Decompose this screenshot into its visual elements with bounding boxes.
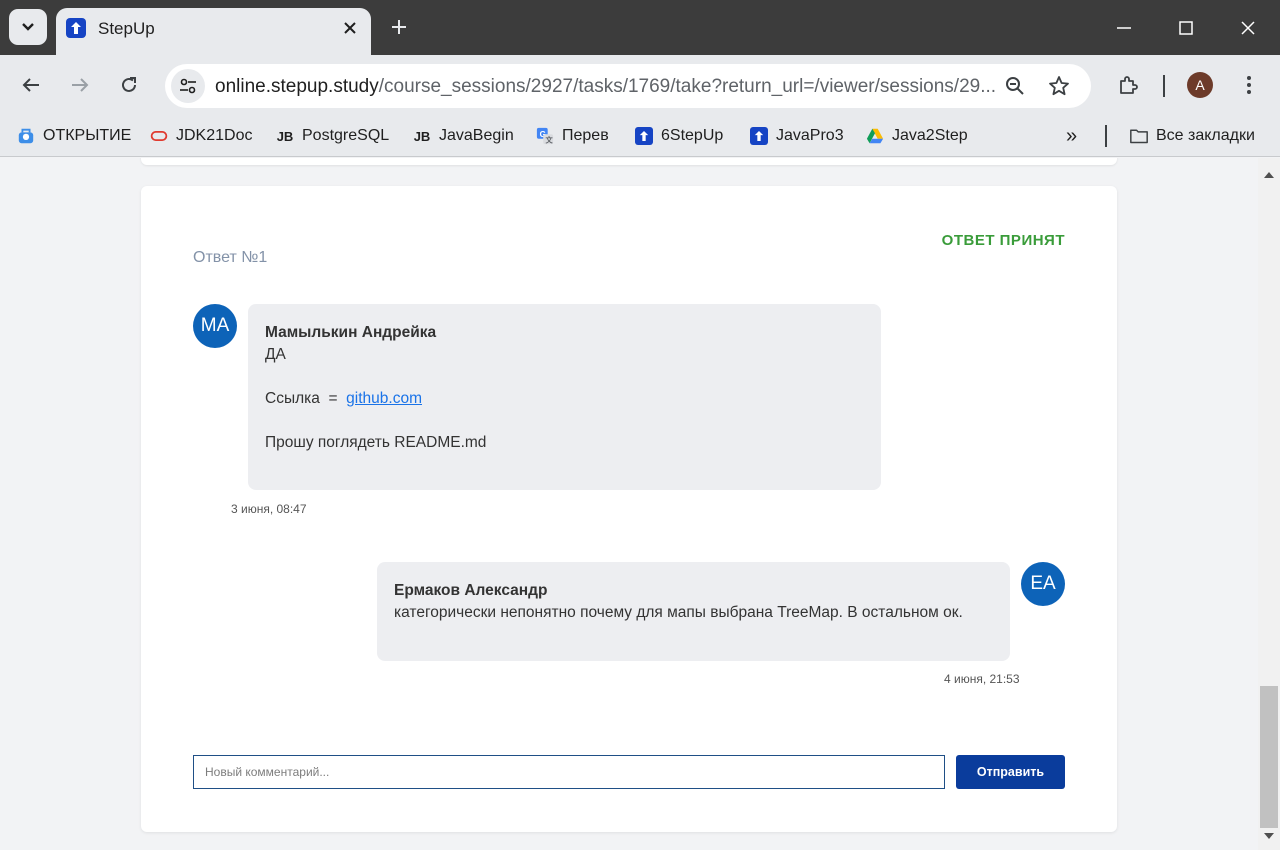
scrollbar-thumb[interactable] — [1260, 686, 1278, 828]
bank-icon — [17, 127, 35, 145]
site-info-icon[interactable] — [171, 69, 205, 103]
bookmark-6stepup[interactable]: 6StepUp — [635, 124, 723, 148]
tab-strip: StepUp — [0, 0, 1280, 55]
more-bookmarks-button[interactable]: » — [1066, 124, 1077, 148]
bookmark-label: ОТКРЫТИЕ — [43, 127, 132, 144]
message-link-prefix: Ссылка = — [265, 390, 338, 407]
browser-menu-button[interactable] — [1233, 69, 1265, 101]
toolbar-divider — [1163, 75, 1165, 97]
back-button[interactable] — [15, 69, 47, 101]
maximize-button[interactable] — [1164, 10, 1208, 46]
message-author: Мамылькин Андрейка — [265, 324, 437, 341]
bookmark-label: Java2Step — [892, 127, 968, 144]
bookmark-label: JavaBegin — [439, 127, 514, 144]
bookmarks-bar: ОТКРЫТИЕ JDK21Doc JB PostgreSQL JB JavaB… — [0, 115, 1280, 157]
message-timestamp: 4 июня, 21:53 — [944, 672, 1020, 686]
zoom-icon[interactable] — [1000, 71, 1030, 101]
svg-text:文: 文 — [544, 135, 553, 144]
answer-status-badge: ОТВЕТ ПРИНЯТ — [941, 232, 1065, 249]
oracle-icon — [150, 127, 168, 145]
jb-icon: JB — [276, 128, 294, 144]
tab-title: StepUp — [98, 19, 155, 38]
bookmark-jdk21doc[interactable]: JDK21Doc — [150, 124, 252, 148]
page-scrollbar[interactable] — [1258, 158, 1280, 850]
all-bookmarks-label: Все закладки — [1156, 127, 1255, 144]
close-window-button[interactable] — [1226, 10, 1270, 46]
message-line: Прошу поглядеть README.md — [265, 434, 487, 451]
chevron-down-icon — [22, 23, 34, 31]
puzzle-icon — [1120, 76, 1138, 94]
bookmark-label: Перев — [562, 127, 609, 144]
profile-button[interactable]: A — [1184, 69, 1216, 101]
bookmarks-divider — [1105, 125, 1107, 147]
maximize-icon — [1179, 21, 1193, 35]
profile-avatar: A — [1187, 72, 1213, 98]
message-text: категорически непонятно почему для мапы … — [394, 604, 963, 621]
comment-input[interactable] — [193, 755, 945, 789]
tab-search-button[interactable] — [9, 9, 47, 45]
minimize-button[interactable] — [1102, 10, 1146, 46]
url-path: /course_sessions/2927/tasks/1769/take?re… — [378, 76, 995, 97]
message-timestamp: 3 июня, 08:47 — [231, 502, 307, 516]
kebab-menu-icon — [1247, 76, 1251, 94]
stepup-favicon-icon — [66, 18, 86, 38]
arrow-right-icon — [72, 78, 89, 92]
reload-icon — [122, 77, 136, 92]
avatar: МА — [193, 304, 237, 348]
bookmark-label: PostgreSQL — [302, 127, 390, 144]
previous-card — [141, 158, 1117, 165]
url-text[interactable]: online.stepup.study/course_sessions/2927… — [215, 76, 995, 98]
message-bubble: Ермаков Александр категорически непонятн… — [377, 562, 1010, 661]
active-tab[interactable]: StepUp — [56, 8, 371, 55]
avatar: ЕА — [1021, 562, 1065, 606]
address-bar[interactable]: online.stepup.study/course_sessions/2927… — [165, 64, 1091, 108]
answer-title: Ответ №1 — [193, 249, 268, 266]
message-line: ДА — [265, 346, 286, 363]
bookmark-javabegin[interactable]: JB JavaBegin — [413, 124, 514, 148]
github-link[interactable]: github.com — [346, 390, 422, 407]
bookmark-label: JavaPro3 — [776, 127, 844, 144]
bookmark-label: 6StepUp — [661, 127, 724, 144]
url-host: online.stepup.study — [215, 76, 379, 97]
extensions-button[interactable] — [1112, 69, 1144, 101]
chevron-double-right-icon: » — [1066, 124, 1078, 147]
message-link-line: Ссылка = github.com — [265, 388, 864, 410]
bookmark-java2step[interactable]: Java2Step — [866, 124, 968, 148]
bookmark-label: JDK21Doc — [176, 127, 253, 144]
send-button[interactable]: Отправить — [956, 755, 1065, 789]
jb-icon: JB — [413, 128, 431, 144]
bookmark-perev[interactable]: G文 Перев — [536, 124, 609, 148]
arrow-left-icon — [22, 78, 39, 92]
browser-toolbar: online.stepup.study/course_sessions/2927… — [0, 55, 1280, 115]
new-tab-button[interactable] — [384, 12, 414, 42]
bookmark-otkrytie[interactable]: ОТКРЫТИЕ — [17, 124, 131, 148]
bookmark-javapro3[interactable]: JavaPro3 — [750, 124, 844, 148]
reload-button[interactable] — [113, 69, 145, 101]
bookmark-star-icon[interactable] — [1044, 71, 1074, 101]
forward-button[interactable] — [64, 69, 96, 101]
answer-card: Ответ №1 ОТВЕТ ПРИНЯТ МА Мамылькин Андре… — [141, 186, 1117, 832]
all-bookmarks-button[interactable]: Все закладки — [1130, 124, 1255, 148]
stepup-icon — [635, 127, 653, 145]
plus-icon — [392, 20, 406, 34]
close-icon — [1241, 21, 1255, 35]
page-content: Ответ №1 ОТВЕТ ПРИНЯТ МА Мамылькин Андре… — [0, 158, 1258, 850]
close-tab-icon[interactable] — [338, 16, 362, 40]
drive-icon — [866, 127, 884, 145]
stepup-icon — [750, 127, 768, 145]
folder-icon — [1130, 127, 1148, 145]
translate-icon: G文 — [536, 127, 554, 145]
scroll-down-arrow-icon[interactable] — [1264, 833, 1274, 839]
scroll-up-arrow-icon[interactable] — [1264, 172, 1274, 178]
bookmark-postgresql[interactable]: JB PostgreSQL — [276, 124, 389, 148]
minimize-icon — [1117, 27, 1131, 29]
message-bubble: Мамылькин Андрейка ДА Ссылка = github.co… — [248, 304, 881, 490]
message-author: Ермаков Александр — [394, 582, 548, 599]
